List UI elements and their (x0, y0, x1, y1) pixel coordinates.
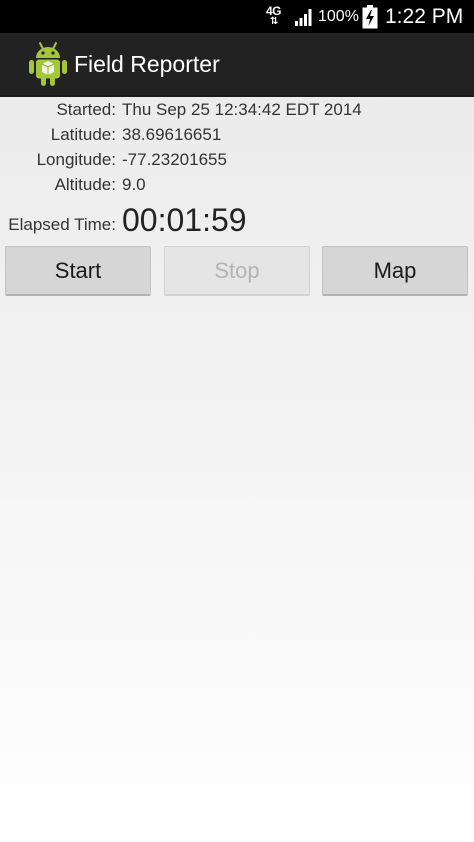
map-button[interactable]: Map (322, 246, 468, 296)
status-bar: 4G ⇅ 100% 1:22 PM (0, 0, 474, 33)
battery-percent: 100% (318, 8, 359, 25)
elapsed-time-row: Elapsed Time: 00:01:59 (0, 200, 474, 240)
latitude-row: Latitude: 38.69616651 (0, 122, 474, 147)
altitude-label: Altitude: (54, 175, 116, 194)
started-value: Thu Sep 25 12:34:42 EDT 2014 (122, 100, 362, 119)
started-label: Started: (56, 100, 116, 119)
network-indicator: 4G ⇅ (266, 5, 292, 29)
app-title: Field Reporter (74, 51, 220, 77)
altitude-value: 9.0 (122, 175, 146, 194)
longitude-value: -77.23201655 (122, 150, 227, 169)
data-arrows-icon: ⇅ (270, 16, 278, 27)
signal-strength-icon (295, 9, 312, 26)
battery-charging-icon (362, 5, 378, 29)
elapsed-time-label: Elapsed Time: (8, 215, 116, 234)
longitude-label: Longitude: (36, 150, 116, 169)
stop-button[interactable]: Stop (164, 246, 310, 296)
action-bar: Field Reporter (0, 33, 474, 97)
started-row: Started: Thu Sep 25 12:34:42 EDT 2014 (0, 97, 474, 122)
clock: 1:22 PM (385, 5, 464, 28)
longitude-row: Longitude: -77.23201655 (0, 147, 474, 172)
start-button[interactable]: Start (5, 246, 151, 296)
android-robot-icon[interactable] (28, 41, 68, 87)
latitude-value: 38.69616651 (122, 125, 222, 144)
latitude-label: Latitude: (50, 125, 116, 144)
elapsed-time-value: 00:01:59 (122, 202, 247, 238)
altitude-row: Altitude: 9.0 (0, 172, 474, 197)
